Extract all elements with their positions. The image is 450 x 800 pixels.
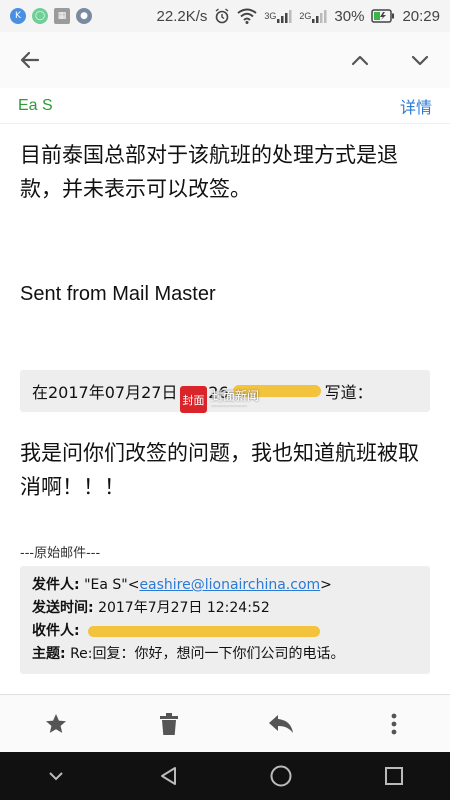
message-paragraph: 目前泰国总部对于该航班的处理方式是退款，并未表示可以改签。 (20, 143, 398, 201)
system-navigation-bar (0, 752, 450, 800)
clock: 20:29 (402, 7, 440, 25)
watermark-tagline: —————— (211, 402, 247, 410)
signal-icon-1: 3G (264, 8, 292, 24)
reply-paragraph: 我是问你们改签的问题，我也知道航班被取消啊！！！ (20, 441, 419, 499)
square-recents-icon (384, 767, 403, 785)
details-link[interactable]: 详情 (400, 94, 432, 118)
delete-button[interactable] (141, 696, 197, 752)
message-body: 目前泰国总部对于该航班的处理方式是退款，并未表示可以改签。 (20, 138, 432, 206)
more-options-button[interactable] (366, 696, 422, 752)
sent-time-row: 发送时间: 2017年7月27日 12:24:52 (32, 597, 418, 620)
sent-time-value: 2017年7月27日 12:24:52 (98, 600, 270, 616)
sender-row: Ea S 详情 (0, 88, 450, 124)
back-nav-button[interactable] (139, 752, 199, 800)
watermark-logo: 封面 封面新闻 —————— (180, 386, 259, 413)
wifi-icon (237, 8, 258, 24)
previous-mail-button[interactable] (330, 32, 390, 88)
signal-1-label: 3G (264, 11, 277, 21)
battery-charging-icon (371, 9, 395, 23)
arrow-left-icon (20, 51, 40, 69)
cloud-app-icon: ◯ (32, 8, 48, 24)
globe-app-icon: ● (76, 8, 92, 24)
mail-toolbar (0, 32, 450, 88)
chevron-down-icon (49, 772, 63, 781)
home-nav-button[interactable] (251, 752, 311, 800)
from-close: > (320, 577, 332, 593)
more-vertical-icon (391, 713, 397, 734)
next-mail-button[interactable] (390, 32, 450, 88)
triangle-back-icon (160, 767, 176, 785)
trash-icon (159, 712, 178, 735)
from-name: "Ea S"< (84, 577, 140, 593)
from-row: 发件人: "Ea S"<eashire@lionairchina.com> (32, 574, 418, 597)
circle-home-icon (270, 765, 292, 787)
recipient-label: 收件人: (32, 623, 80, 639)
original-mail-label: ---原始邮件--- (20, 546, 101, 561)
chevron-up-icon (351, 55, 369, 66)
recents-nav-button[interactable] (364, 752, 424, 800)
back-button[interactable] (0, 32, 60, 88)
subject-row: 主题: Re:回复：你好，想问一下你们公司的电话。 (32, 643, 418, 666)
mail-action-bar (0, 694, 450, 752)
grid-app-icon: ▦ (54, 8, 70, 24)
subject-value: Re:回复：你好，想问一下你们公司的电话。 (70, 646, 345, 662)
k-app-icon: K (10, 8, 26, 24)
signal-icon-2: 2G (299, 8, 327, 24)
recipient-row: 收件人: (32, 620, 418, 643)
signature: Sent from Mail Master (20, 283, 216, 305)
chevron-down-icon (411, 55, 429, 66)
from-label: 发件人: (32, 577, 80, 593)
watermark-name: 封面新闻 (211, 388, 260, 403)
hide-nav-button[interactable] (26, 752, 86, 800)
sent-time-label: 发送时间: (32, 600, 94, 616)
from-email-link[interactable]: eashire@lionairchina.com (139, 577, 320, 593)
star-icon (46, 713, 67, 733)
subject-label: 主题: (32, 646, 66, 662)
network-speed: 22.2K/s (156, 7, 208, 25)
quote-header-suffix: 写道： (324, 383, 373, 402)
alarm-icon (214, 8, 230, 24)
battery-percent: 30% (334, 7, 365, 25)
star-button[interactable] (28, 696, 84, 752)
watermark-mark: 封面 (180, 386, 207, 413)
status-bar: K ◯ ▦ ● 22.2K/s 3G 2G 30% 20:29 (0, 0, 450, 32)
original-mail-box: 发件人: "Ea S"<eashire@lionairchina.com> 发送… (20, 566, 430, 674)
signal-2-label: 2G (299, 11, 312, 21)
sender-name[interactable]: Ea S (18, 97, 53, 115)
recipient-redaction (88, 625, 321, 637)
reply-icon (269, 714, 294, 733)
reply-button[interactable] (253, 696, 309, 752)
